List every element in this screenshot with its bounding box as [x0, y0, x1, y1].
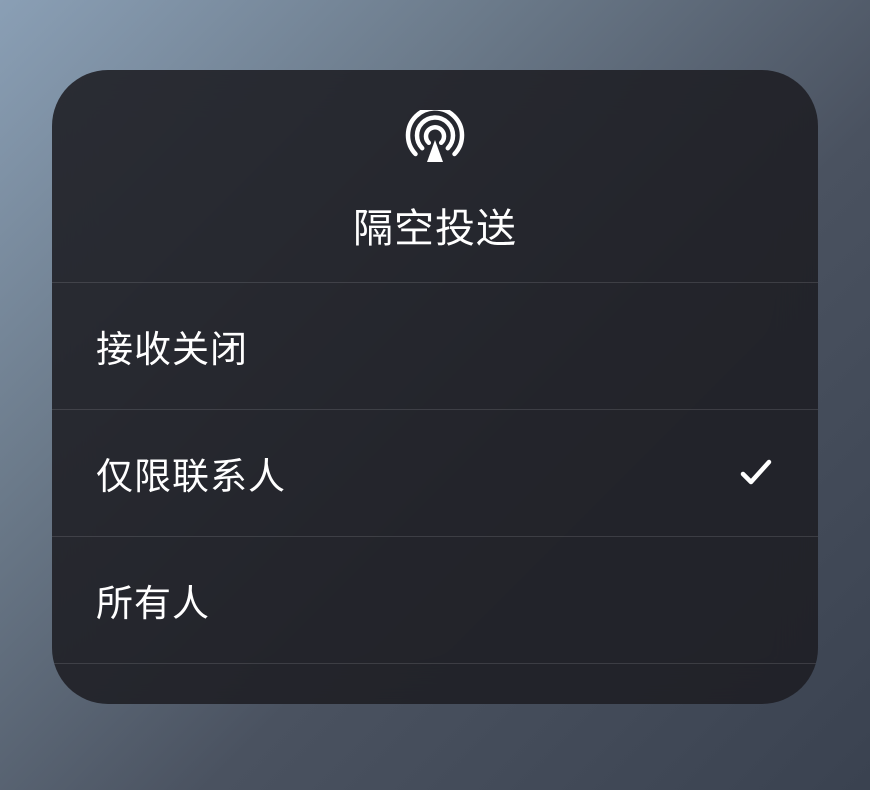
option-receiving-off[interactable]: 接收关闭 — [52, 283, 818, 410]
checkmark-icon — [738, 455, 774, 491]
panel-title: 隔空投送 — [353, 196, 517, 254]
option-label: 接收关闭 — [96, 319, 248, 373]
option-label: 仅限联系人 — [96, 446, 286, 500]
panel-header: 隔空投送 — [52, 70, 818, 283]
bottom-spacer — [52, 664, 818, 704]
option-list: 接收关闭 仅限联系人 所有人 — [52, 283, 818, 704]
airdrop-icon — [405, 110, 465, 170]
option-everyone[interactable]: 所有人 — [52, 537, 818, 664]
option-contacts-only[interactable]: 仅限联系人 — [52, 410, 818, 537]
airdrop-settings-panel: 隔空投送 接收关闭 仅限联系人 所有人 — [52, 70, 818, 704]
option-label: 所有人 — [96, 573, 210, 627]
